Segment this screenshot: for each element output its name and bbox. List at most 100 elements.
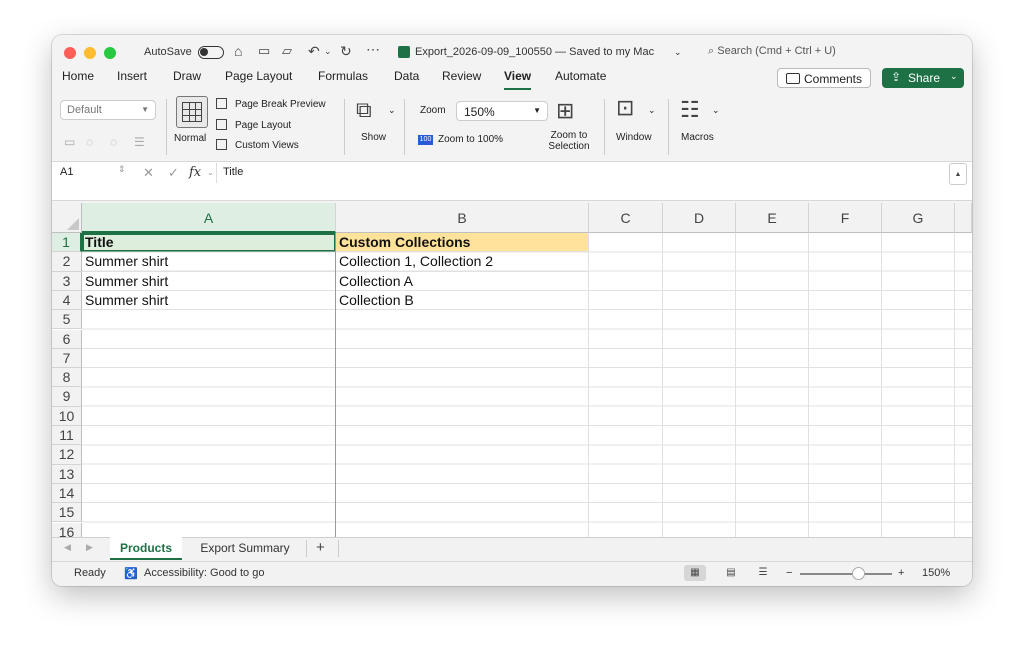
show-icon[interactable]: ⧉ (356, 97, 372, 123)
worksheet-grid[interactable]: A B C D E F G 1 2 3 4 5 6 7 8 9 10 11 12… (52, 203, 972, 537)
tab-view[interactable]: View (504, 69, 532, 90)
expand-formula-bar-icon[interactable]: ▲ (949, 163, 967, 185)
page-break-preview-button[interactable]: Page Break Preview (235, 99, 326, 110)
column-header-g[interactable]: G (882, 203, 955, 233)
row-header-12[interactable]: 12 (52, 445, 82, 465)
zoom-out-button[interactable]: − (786, 567, 792, 579)
add-sheet-button[interactable]: + (316, 539, 325, 556)
cell-b1[interactable]: Custom Collections (336, 233, 589, 253)
save-as-icon[interactable]: ▱ (282, 43, 292, 59)
page-layout-button[interactable]: Page Layout (235, 120, 291, 131)
ribbon-divider (344, 99, 345, 155)
tab-review[interactable]: Review (442, 69, 481, 83)
cell-a1[interactable]: Title (82, 233, 336, 253)
normal-view-status-button[interactable]: ▦ (684, 565, 706, 581)
column-header-d[interactable]: D (663, 203, 736, 233)
page-layout-status-button[interactable]: ▤ (720, 565, 742, 581)
row-header-16[interactable]: 16 (52, 522, 82, 537)
custom-views-button[interactable]: Custom Views (235, 140, 299, 151)
cell-a2[interactable]: Summer shirt (82, 252, 336, 272)
row-header-10[interactable]: 10 (52, 406, 82, 426)
accessibility-status[interactable]: Accessibility: Good to go (144, 567, 264, 579)
autosave-toggle[interactable] (198, 46, 224, 59)
row-header-13[interactable]: 13 (52, 464, 82, 484)
zoom-slider-thumb[interactable] (851, 567, 865, 580)
enter-icon[interactable]: ✓ (168, 165, 179, 181)
macros-chevron-icon[interactable]: ⌄ (712, 105, 720, 116)
column-header-b[interactable]: B (336, 203, 589, 233)
search-field[interactable]: ⌕ Search (Cmd + Ctrl + U) (708, 45, 836, 58)
fx-chevron-icon[interactable]: ⌄ (207, 168, 214, 177)
column-header-c[interactable]: C (589, 203, 663, 233)
sheet-tab-products[interactable]: Products (110, 537, 182, 560)
zoom-to-100-button[interactable]: Zoom to 100% (438, 134, 503, 145)
undo-dropdown-chevron-icon[interactable]: ⌄ (324, 46, 332, 57)
column-header-a[interactable]: A (82, 203, 336, 233)
share-chevron-icon[interactable]: ⌄ (950, 71, 958, 82)
column-header-e[interactable]: E (736, 203, 809, 233)
row-header-6[interactable]: 6 (52, 329, 82, 349)
row-header-1[interactable]: 1 (52, 233, 82, 253)
row-header-2[interactable]: 2 (52, 252, 82, 272)
cell-a4[interactable]: Summer shirt (82, 290, 336, 311)
cell-a3[interactable]: Summer shirt (82, 271, 336, 291)
zoom-to-selection-icon[interactable]: ⊞ (556, 98, 574, 124)
zoom-select[interactable]: 150% ▼ (456, 101, 548, 121)
row-header-14[interactable]: 14 (52, 483, 82, 504)
row-header-15[interactable]: 15 (52, 503, 82, 523)
show-chevron-icon[interactable]: ⌄ (388, 105, 396, 116)
tab-data[interactable]: Data (394, 69, 419, 83)
comments-button[interactable]: Comments (777, 68, 871, 88)
page-break-status-button[interactable]: ☰ (752, 565, 774, 581)
tab-page-layout[interactable]: Page Layout (225, 69, 292, 83)
tab-home[interactable]: Home (62, 69, 94, 83)
row-header-11[interactable]: 11 (52, 426, 82, 446)
save-icon[interactable]: ▭ (258, 43, 270, 59)
zoom-slider-track[interactable] (800, 573, 892, 575)
file-title[interactable]: Export_2026-09-09_100550 — Saved to my M… (415, 46, 654, 58)
name-box[interactable]: A1 (60, 166, 73, 178)
tab-insert[interactable]: Insert (117, 69, 147, 83)
file-title-chevron-icon[interactable]: ⌄ (674, 47, 682, 58)
maximize-window-button[interactable] (104, 47, 116, 59)
row-header-3[interactable]: 3 (52, 271, 82, 291)
sheet-view-select[interactable]: Default ▼ (60, 100, 156, 120)
tab-divider (306, 540, 307, 557)
window-icon[interactable]: ⊡ (616, 95, 634, 121)
close-window-button[interactable] (64, 47, 76, 59)
home-icon[interactable]: ⌂ (234, 43, 242, 59)
formula-input[interactable]: Title (223, 166, 243, 178)
row-header-7[interactable]: 7 (52, 348, 82, 369)
cancel-icon[interactable]: ✕ (143, 165, 154, 181)
accessibility-icon[interactable]: ♿ (124, 567, 138, 580)
sheet-tab-export-summary[interactable]: Export Summary (186, 537, 304, 560)
zoom-level[interactable]: 150% (922, 567, 950, 579)
next-sheet-icon[interactable]: ▶ (86, 542, 93, 553)
frozen-pane-divider[interactable] (335, 233, 336, 537)
undo-icon[interactable]: ↶ (308, 43, 320, 60)
tab-draw[interactable]: Draw (173, 69, 201, 83)
name-box-stepper-icon[interactable]: ⇕ (118, 164, 126, 175)
row-header-9[interactable]: 9 (52, 387, 82, 407)
redo-icon[interactable]: ↻ (340, 43, 352, 60)
window-chevron-icon[interactable]: ⌄ (648, 105, 656, 116)
zoom-in-button[interactable]: + (898, 567, 904, 579)
more-icon[interactable]: ⋯ (366, 41, 380, 58)
row-header-8[interactable]: 8 (52, 368, 82, 388)
tab-automate[interactable]: Automate (555, 69, 606, 83)
cell-b3[interactable]: Collection A (336, 271, 589, 291)
cell-b2[interactable]: Collection 1, Collection 2 (336, 252, 589, 272)
tab-formulas[interactable]: Formulas (318, 69, 368, 83)
share-button[interactable]: ⇪ Share ⌄ (882, 68, 964, 88)
column-header-f[interactable]: F (809, 203, 882, 233)
zoom-to-selection-button[interactable]: Zoom to Selection (546, 130, 592, 152)
macros-icon[interactable]: ☷ (680, 97, 700, 123)
previous-sheet-icon[interactable]: ◀ (64, 542, 71, 553)
autosave-label: AutoSave (144, 46, 192, 58)
minimize-window-button[interactable] (84, 47, 96, 59)
row-header-4[interactable]: 4 (52, 290, 82, 311)
select-all-button[interactable] (52, 203, 82, 233)
row-header-5[interactable]: 5 (52, 310, 82, 330)
cell-b4[interactable]: Collection B (336, 290, 589, 311)
insert-function-button[interactable]: fx (189, 165, 201, 180)
